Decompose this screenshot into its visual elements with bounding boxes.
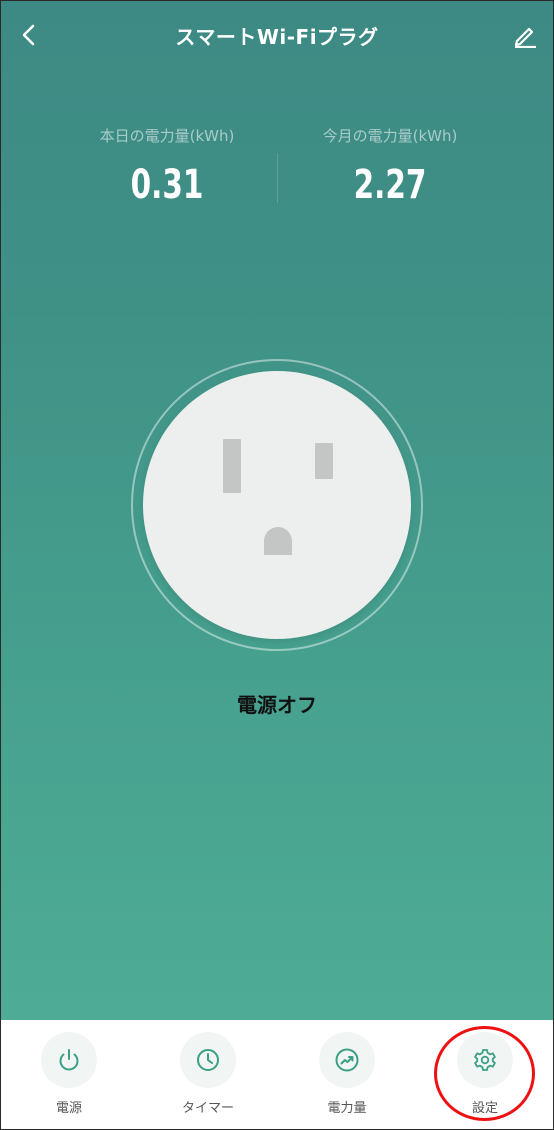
outlet-ground-hole bbox=[264, 527, 292, 555]
app-screen: スマートWi-Fiプラグ 本日の電力量(kWh) 0.31 今月の電力量(kWh… bbox=[0, 0, 554, 1130]
nav-settings[interactable]: 設定 bbox=[440, 1032, 530, 1116]
nav-energy-label: 電力量 bbox=[327, 1101, 367, 1116]
nav-timer[interactable]: タイマー bbox=[163, 1032, 253, 1116]
page-title: スマートWi-Fiプラグ bbox=[175, 25, 379, 49]
edit-button[interactable] bbox=[509, 19, 541, 51]
month-energy-label: 今月の電力量(kWh) bbox=[322, 127, 458, 145]
outlet-slot-right bbox=[315, 443, 333, 479]
pencil-icon bbox=[514, 27, 536, 48]
gear-icon bbox=[474, 1049, 496, 1071]
nav-energy[interactable]: 電力量 bbox=[302, 1032, 392, 1116]
power-icon bbox=[59, 1049, 79, 1071]
stats-divider bbox=[277, 153, 278, 203]
nav-timer-label: タイマー bbox=[181, 1101, 234, 1116]
today-energy-value: 0.31 bbox=[130, 162, 204, 208]
nav-settings-icon-bg bbox=[457, 1032, 513, 1088]
nav-power[interactable]: 電源 bbox=[24, 1032, 114, 1116]
nav-power-icon-bg bbox=[41, 1032, 97, 1088]
month-energy-value: 2.27 bbox=[353, 162, 427, 208]
nav-power-label: 電源 bbox=[55, 1101, 82, 1116]
trend-icon bbox=[335, 1048, 359, 1072]
today-energy-stat: 本日の電力量(kWh) 0.31 bbox=[67, 125, 267, 207]
outlet-icon bbox=[143, 371, 411, 639]
outlet-slot-left bbox=[223, 439, 241, 493]
month-energy-stat: 今月の電力量(kWh) 2.27 bbox=[290, 125, 490, 207]
power-toggle-outlet[interactable] bbox=[131, 359, 423, 651]
clock-icon bbox=[197, 1049, 219, 1071]
power-status-text: 電源オフ bbox=[237, 693, 317, 717]
nav-settings-label: 設定 bbox=[471, 1101, 498, 1116]
today-energy-label: 本日の電力量(kWh) bbox=[99, 127, 235, 145]
main-panel: スマートWi-Fiプラグ 本日の電力量(kWh) 0.31 今月の電力量(kWh… bbox=[1, 1, 553, 1020]
nav-energy-icon-bg bbox=[319, 1032, 375, 1088]
bottom-nav: 電源 タイマー 電力量 設定 bbox=[1, 1020, 553, 1129]
nav-timer-icon-bg bbox=[180, 1032, 236, 1088]
